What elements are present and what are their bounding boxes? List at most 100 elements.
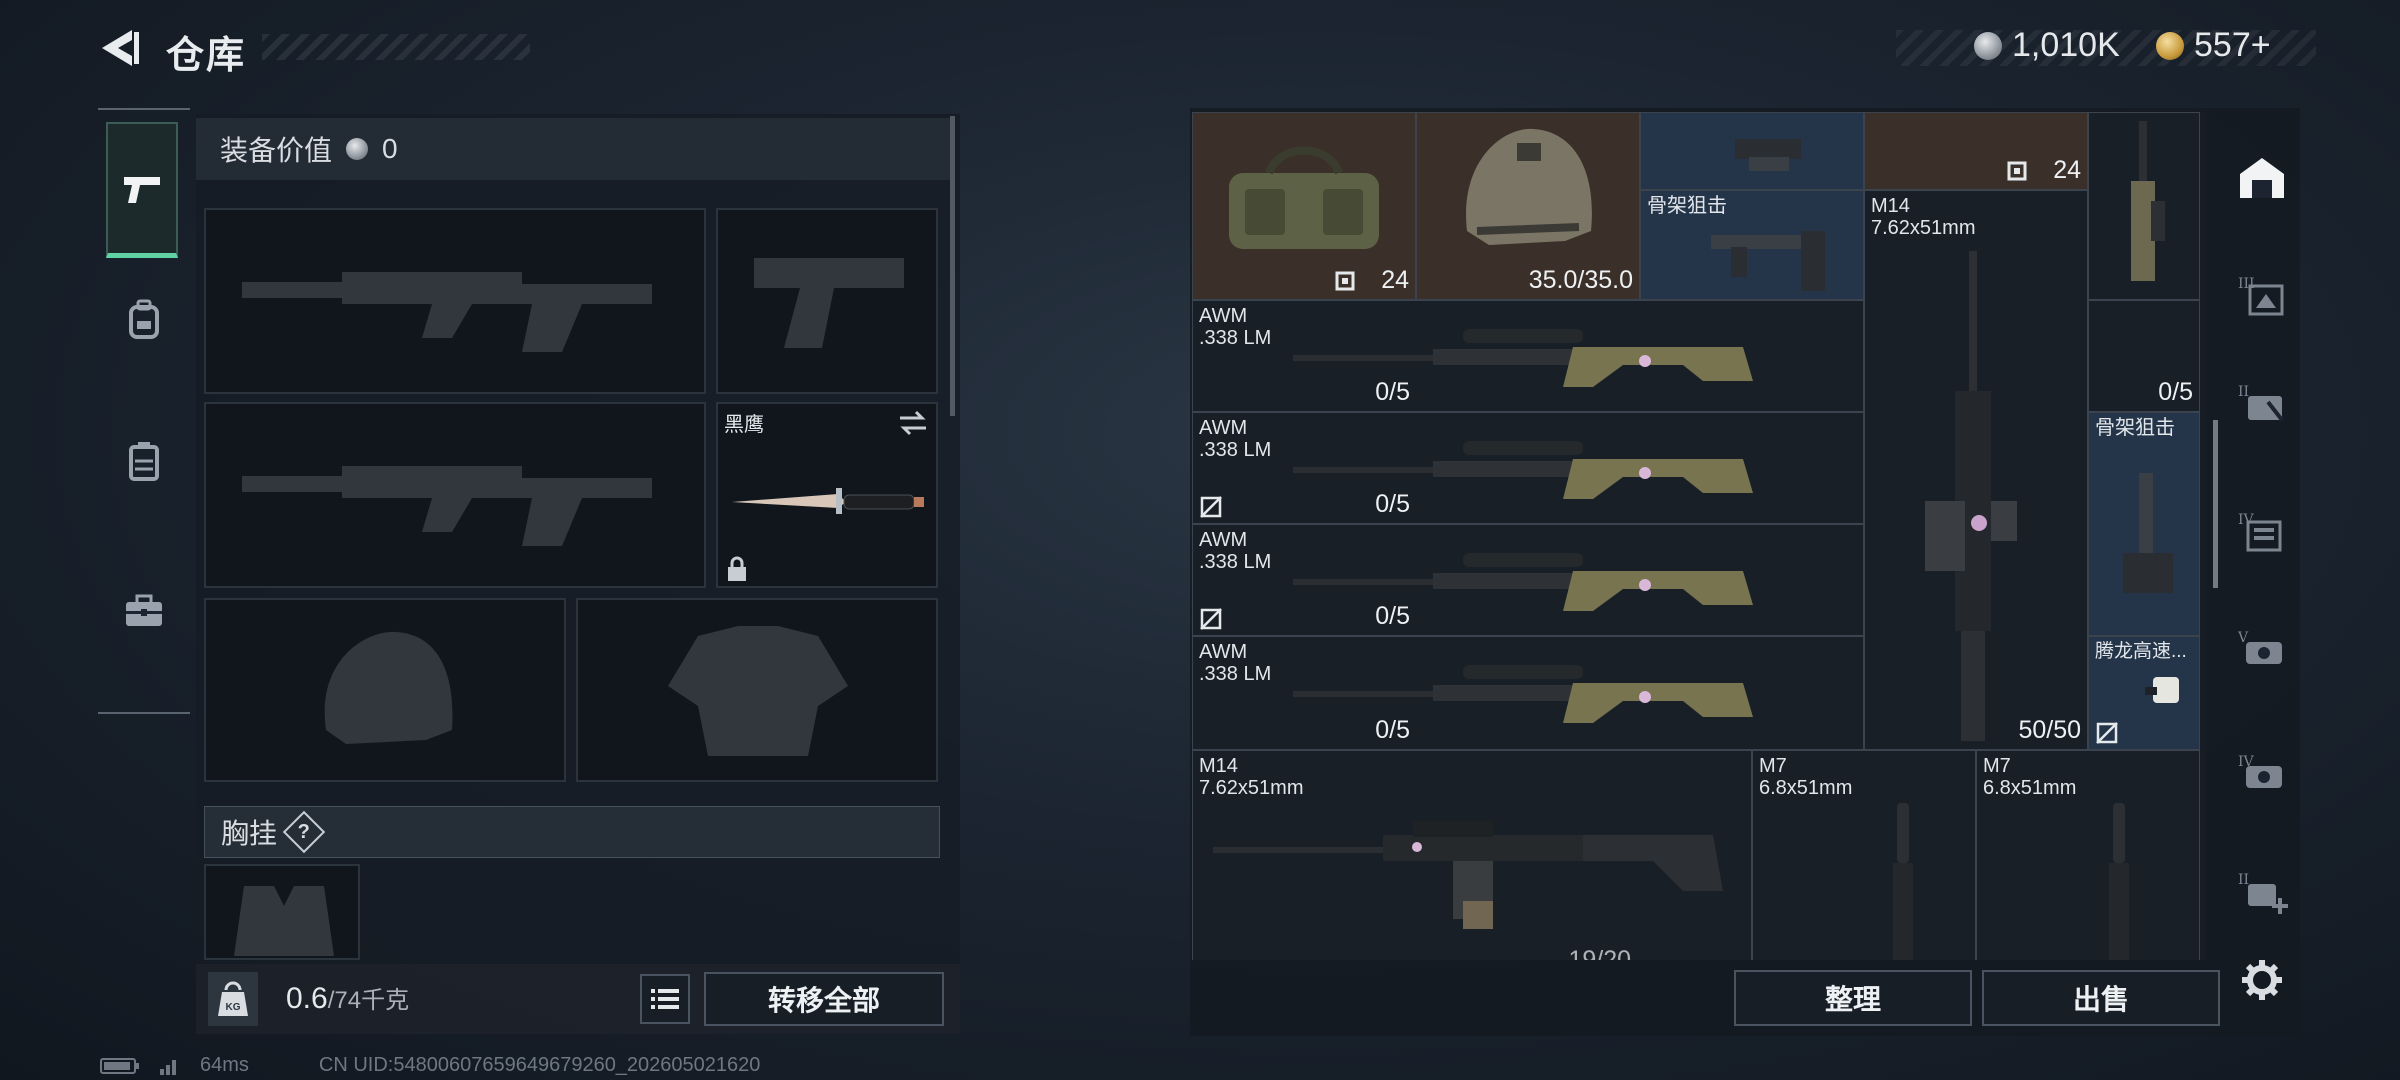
left-scrollbar[interactable]: [950, 116, 955, 416]
grid-item-attachment-top[interactable]: [1640, 112, 1864, 190]
gold-coin-icon: [2156, 31, 2184, 60]
m14-rifle-icon: [1213, 821, 1723, 929]
page-2-add-icon: II: [2238, 872, 2288, 914]
weight-max: /74千克: [327, 987, 410, 1014]
no-trade-icon: [2067, 721, 2089, 743]
item-count: 24: [2053, 156, 2081, 184]
item-ammo: 19/20: [1568, 946, 1631, 960]
melee-item-name: 黑鹰: [724, 414, 764, 436]
grid-cell-ammo[interactable]: 0/5: [2088, 300, 2200, 412]
chest-rig-slot[interactable]: [204, 864, 360, 960]
list-icon: [651, 989, 679, 1009]
sort-button[interactable]: 整理: [1734, 970, 1972, 1026]
currency-gold[interactable]: 557+: [2156, 26, 2271, 65]
page-4-icon: IV: [2238, 512, 2282, 552]
grid-item-duffel-bag[interactable]: 24: [1192, 112, 1416, 300]
tab-page-2-add[interactable]: II: [2226, 852, 2298, 932]
transfer-all-button[interactable]: 转移全部: [704, 972, 944, 1026]
grid-item-awm-1[interactable]: AWM .338 LM 0/5: [1192, 300, 1864, 412]
item-name: M7 6.8x51mm: [1983, 755, 2077, 799]
list-view-button[interactable]: [640, 974, 690, 1024]
capacity-icon: [1335, 271, 1355, 291]
no-trade-icon: [1200, 608, 1222, 630]
helmet-icon: [1466, 128, 1592, 245]
silver-coin-icon: [1974, 31, 2002, 60]
item-name: 骨架狙击: [1647, 195, 1727, 217]
status-footer: 64ms CN UID:54800607659649679260_2026050…: [100, 1054, 760, 1077]
back-button[interactable]: [96, 26, 140, 70]
rifle-silhouette-icon: [242, 466, 652, 546]
tab-all-items[interactable]: [2226, 138, 2298, 218]
duffel-bag-icon: [1229, 146, 1379, 249]
grid-item-tenglong[interactable]: 腾龙高速...: [2088, 636, 2200, 750]
battery-icon: [100, 1057, 139, 1074]
warehouse-page-tabs: III II IV V IV II: [2226, 120, 2298, 1000]
item-name: M14 7.62x51mm: [1871, 195, 1976, 239]
currency-gold-amount: 557+: [2194, 26, 2271, 64]
grid-item-skeleton-stock-1[interactable]: 骨架狙击: [1640, 190, 1864, 300]
grid-item-helmet[interactable]: 35.0/35.0: [1416, 112, 1640, 300]
sidearm-slot[interactable]: [716, 208, 938, 394]
swap-icon[interactable]: [898, 410, 928, 436]
armor-slot[interactable]: [576, 598, 938, 782]
svg-text:II: II: [2238, 872, 2249, 888]
grid-item-m14-vertical[interactable]: M14 7.62x51mm 50/50: [1864, 190, 2088, 750]
grid-item-awm-4[interactable]: AWM .338 LM 0/5: [1192, 636, 1864, 750]
tab-page-5[interactable]: V: [2226, 610, 2298, 690]
item-name: AWM .338 LM: [1199, 305, 1272, 349]
tab-page-3[interactable]: III: [2226, 256, 2298, 336]
attachment-icon: [2145, 677, 2179, 703]
sell-button[interactable]: 出售: [1982, 970, 2220, 1026]
grid-item-container[interactable]: 24: [1864, 112, 2088, 190]
item-ammo: 0/5: [2158, 378, 2193, 406]
tab-page-2[interactable]: II: [2226, 364, 2298, 444]
equipment-value-bar: 装备价值 0: [196, 118, 950, 180]
item-name: AWM .338 LM: [1199, 641, 1272, 685]
tab-page-4[interactable]: IV: [2226, 492, 2298, 572]
page-3-icon: III: [2238, 276, 2284, 316]
chest-rig-label: 胸挂: [221, 818, 278, 849]
m7-rifle-vertical-icon: [1893, 803, 1913, 960]
chest-rig-header: 胸挂 ?: [204, 806, 940, 858]
item-durability: 35.0/35.0: [1528, 266, 1633, 294]
grid-item-sniper-vertical[interactable]: [2088, 112, 2200, 300]
grid-item-m7-1[interactable]: M7 6.8x51mm: [1752, 750, 1976, 960]
weight-readout: 0.6/74千克: [286, 980, 409, 1016]
grid-item-m14[interactable]: M14 7.62x51mm 19/20: [1192, 750, 1752, 960]
weight-icon: KG: [208, 972, 258, 1026]
svg-text:IV: IV: [2238, 512, 2255, 528]
tab-weapons[interactable]: [106, 122, 178, 258]
primary-weapon-slot-2[interactable]: [204, 402, 706, 588]
tab-backpack[interactable]: [98, 254, 190, 384]
pistol-silhouette-icon: [754, 258, 904, 348]
grid-item-m7-2[interactable]: M7 6.8x51mm: [1976, 750, 2200, 960]
lock-icon: [728, 556, 746, 581]
title-decoration: [262, 34, 530, 60]
pistol-icon: [124, 176, 160, 203]
awm-sniper-rifle-icon: [1293, 441, 1753, 499]
ping-readout: 64ms: [200, 1054, 249, 1076]
melee-slot[interactable]: 黑鹰: [716, 402, 938, 588]
tab-vest[interactable]: [98, 396, 190, 526]
warehouse-scrollbar[interactable]: [2213, 420, 2218, 588]
loadout-category-tabs: [98, 108, 190, 714]
helmet-slot[interactable]: [204, 598, 566, 782]
item-name: AWM .338 LM: [1199, 417, 1272, 461]
currency-silver[interactable]: 1,010K: [1974, 26, 2120, 65]
item-name: 骨架狙击: [2095, 417, 2175, 439]
grid-item-awm-3[interactable]: AWM .338 LM 0/5: [1192, 524, 1864, 636]
equipment-value: 0: [382, 133, 398, 164]
primary-weapon-slot-1[interactable]: [204, 208, 706, 394]
capacity-icon: [2007, 161, 2027, 181]
settings-button[interactable]: [2226, 940, 2298, 1020]
tab-page-4b[interactable]: IV: [2226, 734, 2298, 814]
awm-sniper-rifle-icon: [1293, 329, 1753, 387]
item-ammo: 0/5: [1375, 490, 1410, 518]
help-icon[interactable]: ?: [282, 810, 326, 854]
tab-case[interactable]: [98, 546, 190, 676]
grid-item-skeleton-stock-2[interactable]: 骨架狙击: [2088, 412, 2200, 636]
m7-rifle-vertical-icon: [2109, 803, 2129, 960]
page-4b-icon: IV: [2238, 754, 2282, 788]
grid-item-awm-2[interactable]: AWM .338 LM 0/5: [1192, 412, 1864, 524]
body-armor-silhouette-icon: [668, 626, 848, 756]
